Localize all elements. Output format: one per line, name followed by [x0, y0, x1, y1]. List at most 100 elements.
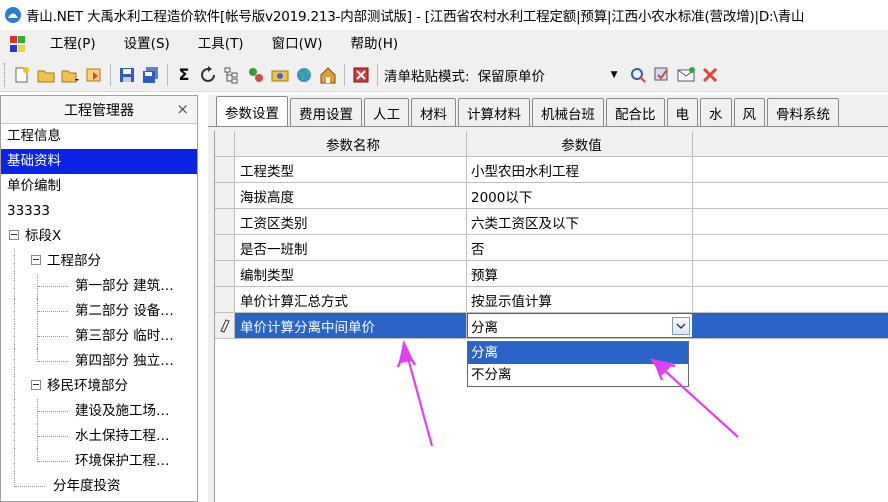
- camera-icon[interactable]: [269, 64, 291, 86]
- import-icon[interactable]: [83, 64, 105, 86]
- link-icon[interactable]: [245, 64, 267, 86]
- tree-item-basic-data[interactable]: 基础资料: [1, 149, 197, 174]
- tree-item-resettlement[interactable]: 移民环境部分: [1, 374, 197, 399]
- param-value-cell[interactable]: 六类工资区及以下: [467, 209, 693, 234]
- mdi-window-icon[interactable]: [10, 36, 26, 52]
- menu-window[interactable]: 窗口(W): [258, 30, 337, 58]
- tree-item-part1[interactable]: 第一部分 建筑…: [1, 274, 197, 299]
- tree-item-project-info[interactable]: 工程信息: [1, 124, 197, 149]
- param-value-cell[interactable]: 否: [467, 235, 693, 260]
- tab-mix-ratio[interactable]: 配合比: [606, 98, 665, 126]
- dropdown-option-no-separate[interactable]: 不分离: [468, 364, 688, 386]
- param-value-cell[interactable]: 小型农田水利工程: [467, 157, 693, 182]
- param-name-cell[interactable]: 编制类型: [235, 261, 467, 286]
- table-row[interactable]: 工程类型 小型农田水利工程: [215, 157, 888, 183]
- menu-project[interactable]: 工程(P): [36, 30, 110, 58]
- row-indicator[interactable]: [215, 287, 235, 312]
- tree-item-label: 工程信息: [7, 128, 61, 144]
- combobox-value: 分离: [471, 319, 498, 336]
- row-indicator[interactable]: [215, 235, 235, 260]
- close-icon[interactable]: ×: [176, 100, 189, 118]
- table-row[interactable]: 是否一班制 否: [215, 235, 888, 261]
- row-indicator[interactable]: [215, 209, 235, 234]
- tab-electricity[interactable]: 电: [666, 98, 698, 126]
- param-name-cell[interactable]: 海拔高度: [235, 183, 467, 208]
- home-icon[interactable]: [317, 64, 339, 86]
- tree-item-33333[interactable]: 33333: [1, 199, 197, 224]
- table-row[interactable]: 单价计算汇总方式 按显示值计算: [215, 287, 888, 313]
- param-name-cell[interactable]: 单价计算汇总方式: [235, 287, 467, 312]
- tree-item-annual-investment[interactable]: 分年度投资: [1, 474, 197, 499]
- collapse-icon[interactable]: [31, 380, 41, 390]
- tab-aggregate[interactable]: 骨料系统: [767, 98, 839, 126]
- tree-item-label: 标段X: [25, 228, 62, 244]
- close-red-icon[interactable]: [350, 64, 372, 86]
- paste-mode-select[interactable]: 保留原单价 ▼: [473, 62, 622, 87]
- row-indicator[interactable]: [215, 261, 235, 286]
- save-icon[interactable]: [116, 64, 138, 86]
- menu-settings[interactable]: 设置(S): [110, 30, 184, 58]
- tree-item-part3[interactable]: 第三部分 临时…: [1, 324, 197, 349]
- param-name-cell[interactable]: 工资区类别: [235, 209, 467, 234]
- menu-tools[interactable]: 工具(T): [184, 30, 258, 58]
- menu-help[interactable]: 帮助(H): [336, 30, 412, 58]
- open-icon[interactable]: [35, 64, 57, 86]
- tab-water[interactable]: 水: [700, 98, 732, 126]
- param-value-cell[interactable]: 预算: [467, 261, 693, 286]
- param-name-cell[interactable]: 工程类型: [235, 157, 467, 182]
- tab-calc-materials[interactable]: 计算材料: [458, 98, 530, 126]
- dropdown-option-separate[interactable]: 分离: [468, 342, 688, 364]
- tab-wind[interactable]: 风: [733, 98, 765, 126]
- tree-item-label: 工程部分: [47, 253, 101, 269]
- column-header-value[interactable]: 参数值: [467, 131, 693, 156]
- table-row[interactable]: 工资区类别 六类工资区及以下: [215, 209, 888, 235]
- tree-item-engineering[interactable]: 工程部分: [1, 249, 197, 274]
- separation-combobox[interactable]: 分离: [468, 314, 692, 337]
- collapse-icon[interactable]: [9, 230, 19, 240]
- check-icon[interactable]: [651, 64, 673, 86]
- param-name-cell[interactable]: 是否一班制: [235, 235, 467, 260]
- column-header-filler: [693, 131, 888, 156]
- row-indicator[interactable]: [215, 157, 235, 182]
- chevron-down-icon[interactable]: [672, 316, 690, 335]
- new-icon[interactable]: [11, 64, 33, 86]
- open-dropdown-icon[interactable]: [59, 64, 81, 86]
- tree-item-part4[interactable]: 第四部分 独立…: [1, 349, 197, 374]
- param-value-cell[interactable]: 按显示值计算: [467, 287, 693, 312]
- tools-icon[interactable]: [699, 64, 721, 86]
- tab-materials[interactable]: 材料: [411, 98, 456, 126]
- tree-item-label: 第一部分 建筑…: [75, 278, 174, 294]
- toolbar-grip[interactable]: [4, 62, 7, 87]
- tab-machinery[interactable]: 机械台班: [532, 98, 604, 126]
- tab-fees[interactable]: 费用设置: [290, 98, 362, 126]
- mail-icon[interactable]: [675, 64, 697, 86]
- separation-dropdown-list: 分离 不分离: [467, 341, 689, 387]
- calc-icon[interactable]: [627, 64, 649, 86]
- edit-pencil-icon: [215, 313, 235, 338]
- tree-item-unit-price[interactable]: 单价编制: [1, 174, 197, 199]
- param-name-cell[interactable]: 单价计算分离中间单价: [235, 313, 467, 338]
- collapse-icon[interactable]: [31, 255, 41, 265]
- panel-header: 工程管理器 ×: [1, 96, 197, 124]
- sigma-icon[interactable]: Σ: [173, 64, 195, 86]
- tree-icon[interactable]: [221, 64, 243, 86]
- tree-item-part2[interactable]: 第二部分 设备…: [1, 299, 197, 324]
- table-row[interactable]: 编制类型 预算: [215, 261, 888, 287]
- tree-item-label: 第三部分 临时…: [75, 328, 174, 344]
- tab-labor[interactable]: 人工: [364, 98, 409, 126]
- tree-item-construction-site[interactable]: 建设及施工场…: [1, 399, 197, 424]
- save-all-icon[interactable]: [140, 64, 162, 86]
- table-row[interactable]: 海拔高度 2000以下: [215, 183, 888, 209]
- tree-item-section-x[interactable]: 标段X: [1, 224, 197, 249]
- column-header-name[interactable]: 参数名称: [235, 131, 467, 156]
- refresh-icon[interactable]: [197, 64, 219, 86]
- row-indicator[interactable]: [215, 183, 235, 208]
- tree-item-label: 分年度投资: [53, 478, 121, 494]
- tab-parameters[interactable]: 参数设置: [216, 96, 288, 126]
- tree-item-soil-water[interactable]: 水土保持工程…: [1, 424, 197, 449]
- param-value-cell[interactable]: 2000以下: [467, 183, 693, 208]
- param-value-editor[interactable]: 分离: [467, 313, 693, 338]
- globe-icon[interactable]: [293, 64, 315, 86]
- tree-item-environment[interactable]: 环境保护工程…: [1, 449, 197, 474]
- table-row-selected[interactable]: 单价计算分离中间单价 分离: [215, 313, 888, 339]
